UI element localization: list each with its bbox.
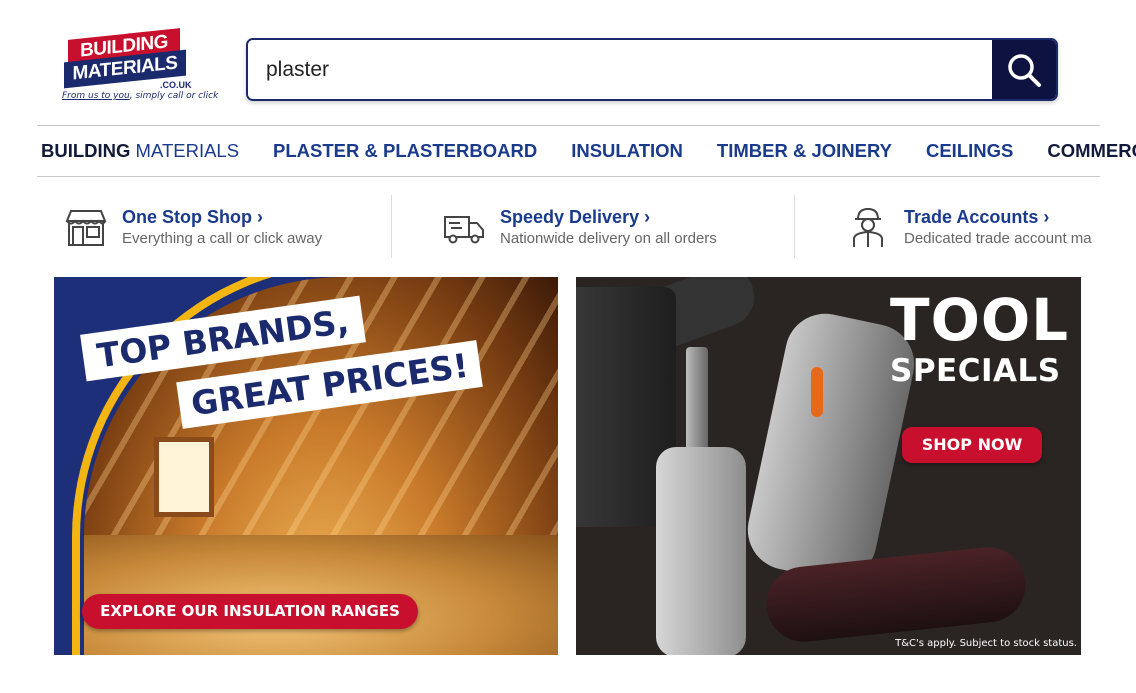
search-input[interactable]: [248, 40, 992, 99]
trigger-image: [811, 367, 823, 417]
terms-note: T&C's apply. Subject to stock status.: [895, 638, 1077, 649]
chevron-right-icon: ›: [257, 207, 264, 227]
usp-subtitle: Everything a call or click away: [122, 230, 323, 247]
search-button[interactable]: [992, 40, 1056, 99]
usp-divider: [794, 195, 795, 258]
shop-icon: [65, 210, 107, 246]
usp-title: Trade Accounts ›: [904, 207, 1050, 227]
insulation-banner[interactable]: TOP BRANDS, GREAT PRICES! EXPLORE OUR IN…: [54, 277, 558, 655]
banner-title: TOOL: [890, 286, 1070, 354]
usp-one-stop-shop[interactable]: One Stop Shop › Everything a call or cli…: [64, 195, 322, 259]
usp-subtitle: Dedicated trade account ma: [904, 230, 1092, 247]
truck-icon: [444, 216, 484, 244]
nav-item-ceilings[interactable]: CEILINGS: [926, 140, 1013, 162]
drill-bit-image: [686, 347, 708, 457]
usp-subtitle: Nationwide delivery on all orders: [500, 230, 717, 247]
search-icon: [1008, 53, 1041, 87]
usp-divider: [391, 195, 392, 258]
usp-trade-accounts[interactable]: Trade Accounts › Dedicated trade account…: [846, 195, 1100, 259]
chevron-right-icon: ›: [1043, 207, 1050, 227]
usp-speedy-delivery[interactable]: Speedy Delivery › Nationwide delivery on…: [442, 195, 717, 259]
nav-bottom-divider: [37, 176, 1100, 177]
chevron-right-icon: ›: [644, 207, 651, 227]
site-logo[interactable]: BUILDING MATERIALS .CO.UK From us to you…: [60, 28, 218, 108]
nav-item-insulation[interactable]: INSULATION: [571, 140, 683, 162]
nav-item-plaster-plasterboard[interactable]: PLASTER & PLASTERBOARD: [273, 140, 537, 162]
banner-subtitle: SPECIALS: [890, 353, 1061, 389]
nav-item-timber-joinery[interactable]: TIMBER & JOINERY: [717, 140, 892, 162]
drill-image: [656, 447, 746, 655]
search-bar: [246, 38, 1058, 101]
nav-item-building-materials[interactable]: BUILDING MATERIALS: [41, 140, 239, 162]
nav-item-commercial[interactable]: COMMERCIAL: [1047, 140, 1136, 162]
logo-tagline: From us to you, simply call or click: [62, 91, 219, 101]
main-nav: BUILDING MATERIALS PLASTER & PLASTERBOAR…: [41, 126, 1136, 176]
explore-insulation-button[interactable]: EXPLORE OUR INSULATION RANGES: [82, 594, 418, 629]
shop-now-button[interactable]: SHOP NOW: [902, 427, 1042, 463]
usp-title: One Stop Shop ›: [122, 207, 264, 227]
worker-icon: [853, 207, 883, 247]
usp-title: Speedy Delivery ›: [500, 207, 651, 227]
logo-domain: .CO.UK: [160, 80, 192, 90]
tool-specials-banner[interactable]: TOOL SPECIALS SHOP NOW T&C's apply. Subj…: [576, 277, 1081, 655]
